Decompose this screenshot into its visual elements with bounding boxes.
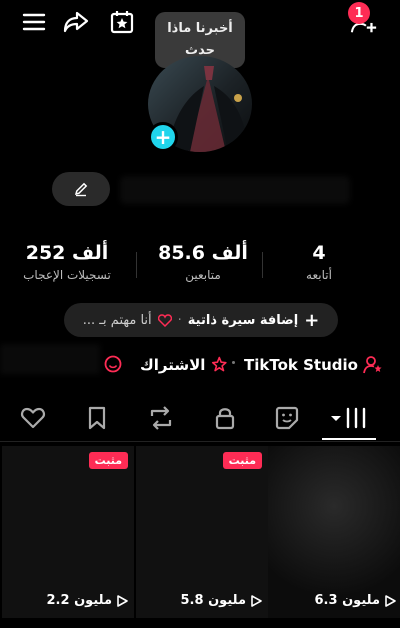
view-count: 6.3 مليون	[268, 593, 396, 608]
sticker-icon	[275, 406, 299, 430]
subscribe-link[interactable]: الاشتراك	[140, 352, 230, 378]
pinned-badge: مثبت	[88, 452, 128, 469]
bio-pill[interactable]: + إضافة سيرة ذاتية · أنا مهتم بـ ...	[64, 303, 338, 337]
play-icon	[117, 594, 128, 607]
likes-count: 252 ألف	[25, 242, 109, 264]
menu-icon[interactable]	[20, 8, 48, 36]
tab-favorites[interactable]	[82, 404, 112, 432]
stat-followers[interactable]: 85.6 ألف متابعين	[148, 242, 258, 282]
stat-divider	[136, 252, 137, 278]
redacted-link	[0, 344, 100, 374]
share-icon[interactable]	[62, 8, 90, 36]
lock-icon	[215, 408, 235, 430]
tiktok-studio-link[interactable]: TikTok Studio	[244, 352, 384, 378]
pinned-badge: مثبت	[222, 452, 262, 469]
following-label: أتابعه	[306, 268, 332, 282]
add-avatar-button[interactable]: +	[148, 122, 178, 152]
calendar-star-icon[interactable]	[108, 8, 136, 36]
subscribe-label: الاشتراك	[140, 356, 206, 374]
edit-profile-button[interactable]	[52, 172, 110, 206]
tab-stickers[interactable]	[272, 404, 302, 432]
plus-icon: +	[304, 309, 320, 331]
tab-reposts[interactable]	[146, 404, 176, 432]
active-tab-indicator	[322, 438, 376, 440]
view-count-text: 2.2 مليون	[46, 593, 112, 608]
stat-divider	[262, 252, 263, 278]
notification-badge: 1	[348, 2, 370, 24]
chevron-down-icon	[331, 416, 341, 421]
studio-label: TikTok Studio	[244, 356, 358, 374]
view-count: 5.8 مليون	[136, 593, 262, 608]
interests-button[interactable]: أنا مهتم بـ ...	[83, 313, 152, 328]
redacted-name	[120, 176, 350, 204]
following-count: 4	[312, 242, 326, 264]
separator-dot: ·	[177, 312, 182, 328]
video-grid: مثبت 2.2 مليون مثبت 5.8 مليون 6.3 مليون	[0, 446, 400, 628]
star-hand-icon	[212, 356, 228, 372]
tab-videos[interactable]	[326, 404, 372, 432]
play-icon	[385, 594, 396, 607]
view-count-text: 6.3 مليون	[314, 593, 380, 608]
stat-following[interactable]: 4 أتابعه	[264, 242, 374, 282]
view-count: 2.2 مليون	[2, 593, 128, 608]
followers-label: متابعين	[185, 268, 221, 282]
tab-liked[interactable]	[18, 404, 48, 432]
heart-icon	[157, 313, 172, 327]
tab-private[interactable]	[210, 404, 240, 432]
video-tile[interactable]: مثبت 5.8 مليون	[136, 446, 268, 618]
stat-likes[interactable]: 252 ألف تسجيلات الإعجاب	[12, 242, 122, 282]
smile-icon[interactable]	[104, 355, 122, 377]
videos-grid-icon	[346, 407, 366, 429]
content-tabs	[0, 396, 400, 442]
add-bio-button[interactable]: إضافة سيرة ذاتية	[188, 313, 298, 328]
heart-icon	[21, 407, 45, 429]
bookmark-icon	[88, 406, 106, 430]
followers-count: 85.6 ألف	[158, 242, 248, 264]
video-tile[interactable]: مثبت 2.2 مليون	[2, 446, 134, 618]
user-star-icon	[363, 356, 382, 374]
play-icon	[251, 594, 262, 607]
likes-label: تسجيلات الإعجاب	[23, 268, 111, 282]
video-tile[interactable]: 6.3 مليون	[268, 446, 400, 618]
repost-icon	[150, 406, 172, 430]
pencil-icon	[74, 182, 88, 197]
tooltip-line-1: أخبرنا ماذا	[167, 21, 233, 36]
separator-dot	[232, 361, 235, 364]
view-count-text: 5.8 مليون	[180, 593, 246, 608]
